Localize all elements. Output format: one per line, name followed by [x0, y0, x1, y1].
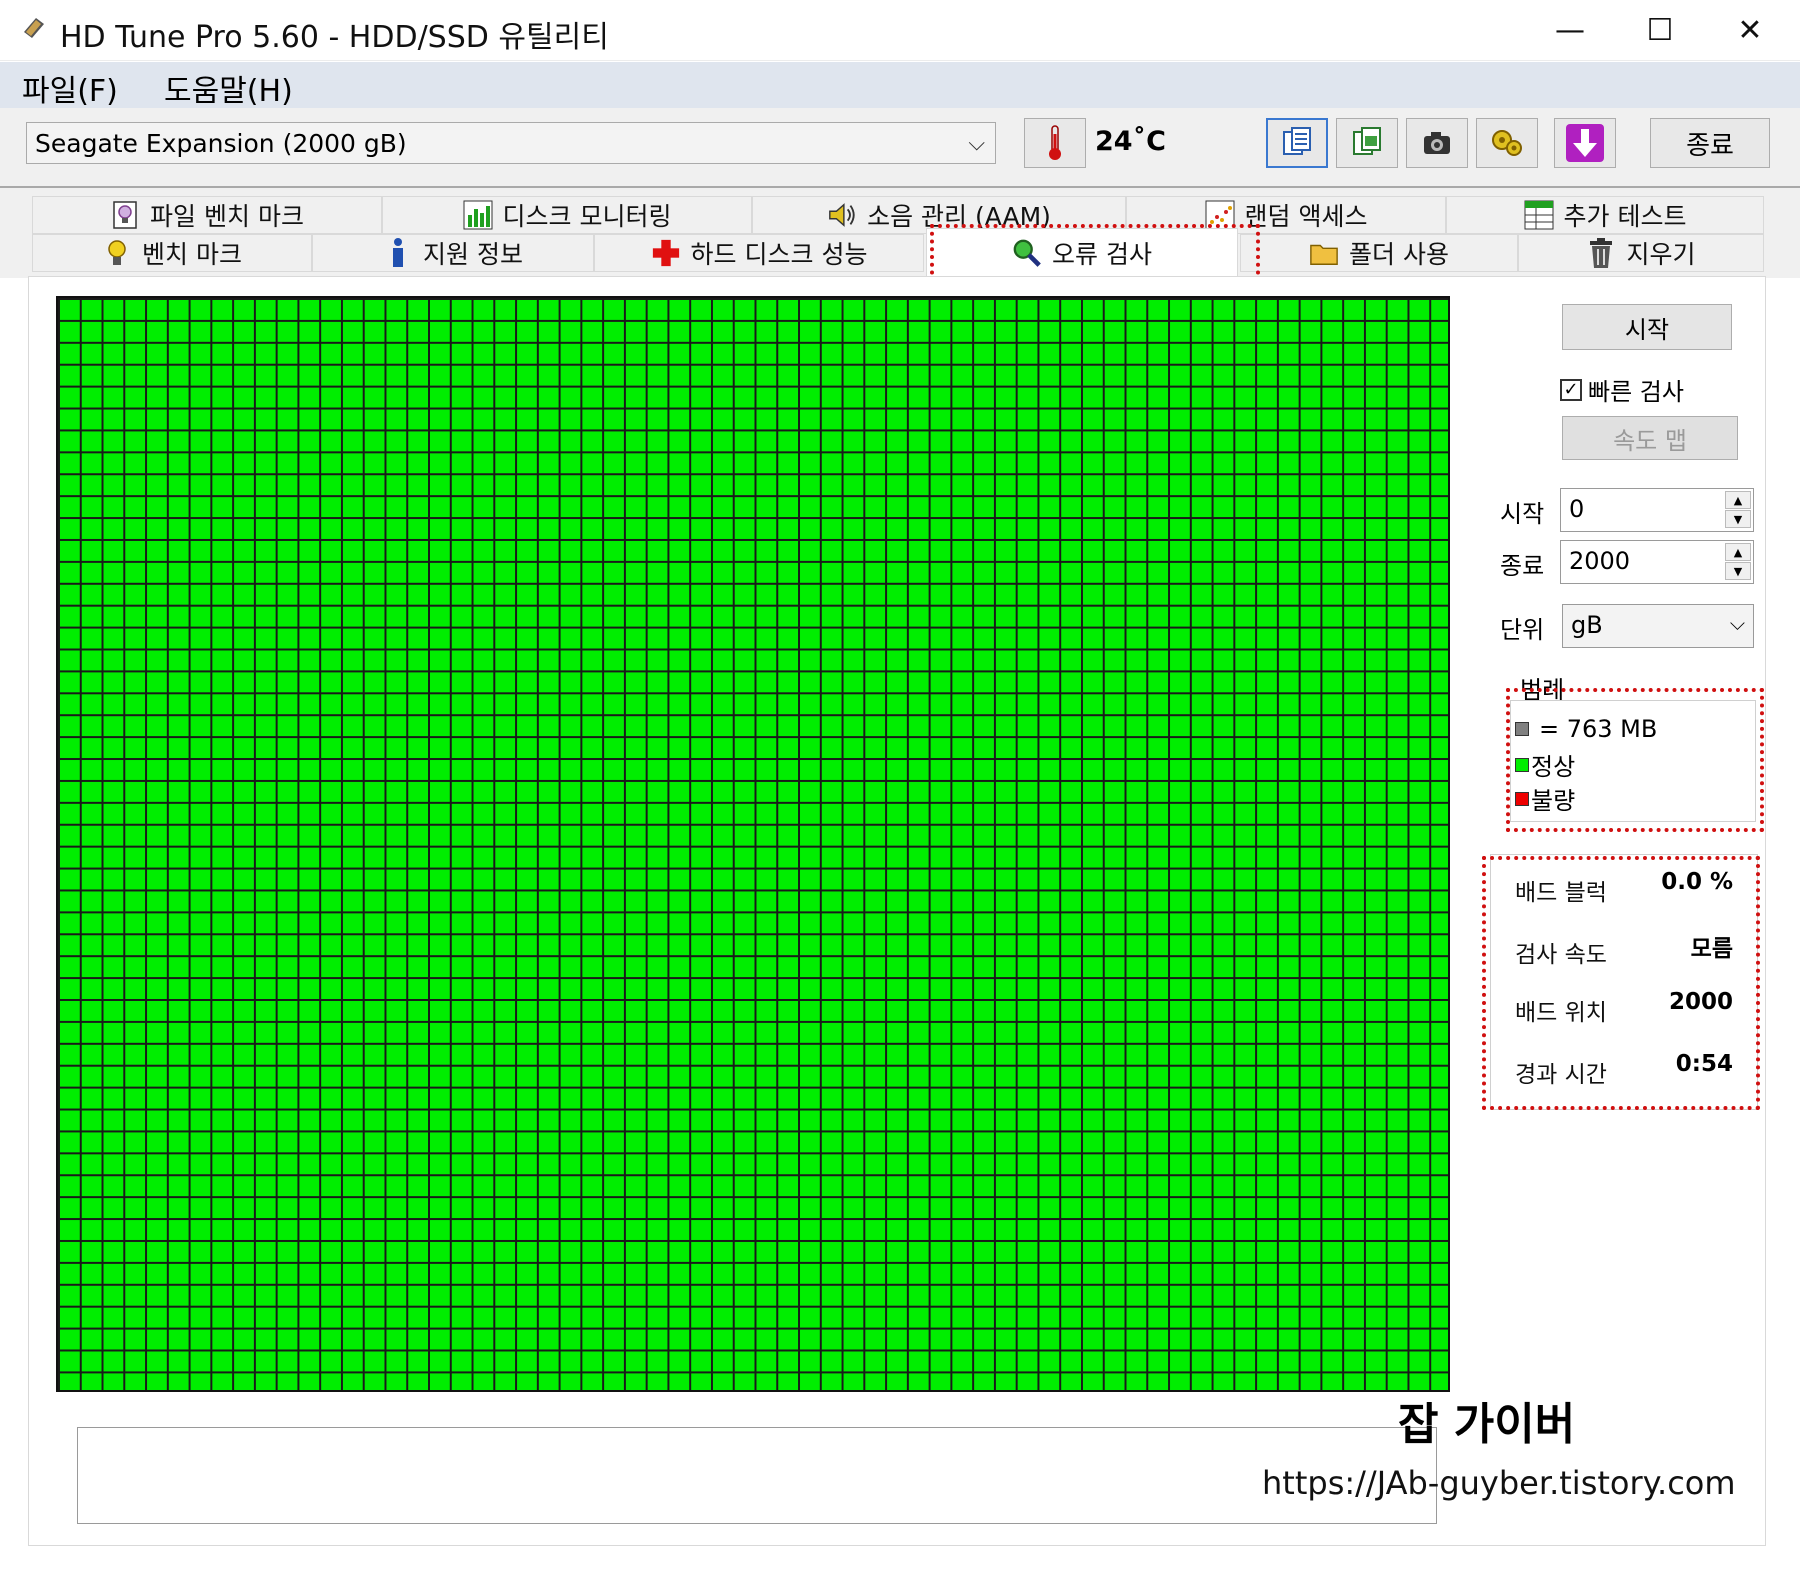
- unit-label: 단위: [1500, 616, 1545, 644]
- end-field-value: 2000: [1569, 547, 1631, 575]
- tab-label: 지우기: [1626, 240, 1696, 269]
- camera-icon: [1424, 132, 1450, 154]
- tab-label: 파일 벤치 마크: [150, 202, 304, 231]
- stat-scan-speed-value: 모름: [1690, 936, 1733, 962]
- tab-label: 추가 테스트: [1563, 202, 1687, 231]
- legend-label: = 763 MB: [1539, 715, 1658, 743]
- lightbulb-icon: [110, 200, 140, 230]
- toolbar: Seagate Expansion (2000 gB) ⌵ 24˚C 종료: [0, 108, 1800, 188]
- tab-file-benchmark[interactable]: 파일 벤치 마크: [32, 196, 382, 234]
- chevron-down-icon: ⌵: [968, 131, 985, 156]
- bar-chart-icon: [463, 200, 493, 230]
- folder-icon: [1309, 238, 1339, 268]
- copy-icon: [1283, 127, 1311, 155]
- end-field[interactable]: 2000 ▲ ▼: [1560, 540, 1754, 584]
- spin-down-icon[interactable]: ▼: [1725, 562, 1751, 580]
- start-scan-button[interactable]: 시작: [1562, 304, 1732, 350]
- info-icon: [383, 238, 413, 268]
- legend-item-bad: 불량: [1515, 781, 1575, 816]
- close-button[interactable]: ✕: [1710, 0, 1790, 60]
- tab-folder-usage[interactable]: 폴더 사용: [1240, 234, 1518, 272]
- spin-up-icon[interactable]: ▲: [1725, 543, 1751, 561]
- minimize-button[interactable]: —: [1530, 0, 1610, 60]
- speed-map-button[interactable]: 속도 맵: [1562, 416, 1738, 460]
- log-box: [77, 1427, 1437, 1524]
- tab-health[interactable]: 하드 디스크 성능: [594, 234, 924, 272]
- end-field-label: 종료: [1500, 552, 1545, 580]
- gray-square-icon: [1515, 722, 1529, 736]
- stat-elapsed-value: 0:54: [1675, 1051, 1733, 1077]
- tab-label: 오류 검사: [1052, 239, 1152, 269]
- magnifier-icon: [1012, 238, 1042, 268]
- menu-bar: 파일(F) 도움말(H): [0, 62, 1800, 110]
- drive-select[interactable]: Seagate Expansion (2000 gB) ⌵: [26, 122, 996, 164]
- copy-image-button[interactable]: [1336, 118, 1398, 168]
- download-arrow-icon: [1566, 124, 1604, 162]
- tab-benchmark[interactable]: 벤치 마크: [32, 234, 312, 272]
- tab-label: 벤치 마크: [142, 240, 242, 269]
- screenshot-button[interactable]: [1406, 118, 1468, 168]
- tab-disk-monitor[interactable]: 디스크 모니터링: [382, 196, 752, 234]
- temperature-button[interactable]: [1024, 118, 1086, 168]
- tab-label: 지원 정보: [423, 240, 523, 269]
- watermark-brand: 잡 가이버: [1398, 1399, 1576, 1450]
- speaker-icon: [827, 200, 857, 230]
- scatter-icon: [1205, 200, 1235, 230]
- red-cross-icon: [651, 238, 681, 268]
- legend-label: 정상: [1531, 753, 1576, 781]
- legend-box: = 763 MB 정상 불량: [1510, 700, 1756, 822]
- red-square-icon: [1515, 791, 1529, 806]
- stat-bad-blocks-value: 0.0 %: [1661, 869, 1733, 895]
- tab-info[interactable]: 지원 정보: [312, 234, 594, 272]
- maximize-button[interactable]: ☐: [1620, 0, 1700, 60]
- legend-item-block-size: = 763 MB: [1515, 715, 1657, 743]
- checkbox-checked-icon: ✓: [1560, 378, 1582, 401]
- table-icon: [1524, 200, 1554, 230]
- exit-button[interactable]: 종료: [1650, 118, 1770, 168]
- tab-error-scan[interactable]: 오류 검사: [926, 228, 1238, 276]
- unit-select[interactable]: gB ⌵: [1562, 604, 1754, 648]
- start-field-value: 0: [1569, 495, 1585, 523]
- stats-box: 배드 블럭 0.0 % 검사 속도 모름 배드 위치 2000 경과 시간 0:…: [1490, 854, 1758, 1110]
- tab-label: 하드 디스크 성능: [690, 240, 868, 269]
- spin-down-icon[interactable]: ▼: [1725, 510, 1751, 528]
- quick-scan-checkbox[interactable]: ✓ 빠른 검사: [1560, 372, 1684, 407]
- tab-extra-tests[interactable]: 추가 테스트: [1446, 196, 1764, 234]
- tab-label: 랜덤 액세스: [1244, 202, 1368, 231]
- copy-text-button[interactable]: [1266, 118, 1328, 168]
- thermometer-icon: [1049, 125, 1061, 160]
- start-field[interactable]: 0 ▲ ▼: [1560, 488, 1754, 532]
- legend-label: 불량: [1531, 787, 1576, 815]
- start-field-label: 시작: [1500, 500, 1545, 528]
- tab-bar: 파일 벤치 마크 디스크 모니터링 소음 관리 (AAM) 랜덤 액세스 추가 …: [0, 188, 1800, 278]
- options-button[interactable]: [1476, 118, 1538, 168]
- unit-select-value: gB: [1571, 611, 1603, 639]
- chevron-down-icon: ⌵: [1729, 611, 1745, 635]
- menu-file[interactable]: 파일(F): [22, 66, 118, 110]
- tab-erase[interactable]: 지우기: [1518, 234, 1764, 272]
- stat-bad-location-value: 2000: [1668, 989, 1733, 1015]
- copy-image-icon: [1353, 127, 1381, 155]
- app-icon: [20, 14, 48, 42]
- temperature-value: 24˚C: [1095, 126, 1166, 157]
- quick-scan-label: 빠른 검사: [1588, 378, 1684, 406]
- gears-icon: [1492, 130, 1522, 156]
- tab-label: 폴더 사용: [1349, 240, 1449, 269]
- legend-item-ok: 정상: [1515, 747, 1575, 782]
- download-button[interactable]: [1554, 118, 1616, 168]
- green-square-icon: [1515, 757, 1529, 772]
- drive-select-value: Seagate Expansion (2000 gB): [35, 129, 407, 158]
- scan-block-grid: [56, 296, 1450, 1392]
- spin-up-icon[interactable]: ▲: [1725, 491, 1751, 509]
- menu-help[interactable]: 도움말(H): [164, 66, 293, 110]
- trash-icon: [1586, 238, 1616, 268]
- window-title: HD Tune Pro 5.60 - HDD/SSD 유틸리티: [60, 20, 609, 55]
- tab-label: 디스크 모니터링: [502, 202, 672, 231]
- lightbulb-icon: [102, 238, 132, 268]
- watermark-url: https://JAb-guyber.tistory.com: [1262, 1464, 1736, 1502]
- title-bar: HD Tune Pro 5.60 - HDD/SSD 유틸리티 — ☐ ✕: [0, 0, 1800, 61]
